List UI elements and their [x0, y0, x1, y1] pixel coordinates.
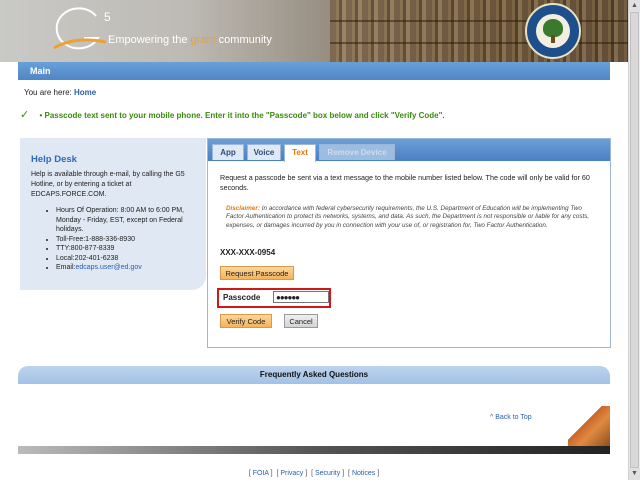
breadcrumb-home-link[interactable]: Home — [74, 88, 96, 97]
verify-code-button[interactable]: Verify Code — [220, 314, 272, 328]
breadcrumb: You are here: Home — [24, 88, 97, 97]
tab-voice[interactable]: Voice — [247, 144, 281, 160]
g5-logo-icon — [53, 7, 107, 50]
list-item: TTY:800-877-8339 — [56, 244, 208, 254]
list-item: Local:202-401-6238 — [56, 254, 208, 264]
decorative-corner-image — [568, 406, 610, 448]
tab-app[interactable]: App — [212, 144, 244, 160]
header-banner: 5 Empowering the grant community — [0, 0, 628, 62]
success-message: ✓ • Passcode text sent to your mobile ph… — [20, 108, 445, 121]
help-desk-panel: Help Desk Help is available through e-ma… — [20, 138, 206, 290]
scroll-thumb[interactable] — [630, 12, 639, 468]
footer-divider — [18, 446, 610, 454]
passcode-description: Request a passcode be sent via a text me… — [220, 173, 590, 192]
shelf-line — [330, 20, 628, 22]
tab-text[interactable]: Text — [284, 144, 316, 162]
department-seal-icon — [525, 3, 581, 59]
tab-remove-device: Remove Device — [319, 144, 395, 160]
list-item: Toll-Free:1-888-336-8930 — [56, 235, 208, 245]
help-email-link[interactable]: edcaps.user@ed.gov — [75, 264, 141, 271]
shelf-line — [330, 42, 628, 44]
request-passcode-button[interactable]: Request Passcode — [220, 266, 294, 280]
back-to-top-link[interactable]: ^ Back to Top — [490, 414, 532, 421]
success-text: Passcode text sent to your mobile phone.… — [44, 111, 445, 120]
footer-link-foia[interactable]: FOIA — [253, 470, 269, 477]
help-desk-title: Help Desk — [31, 154, 77, 165]
passcode-input[interactable]: ●●●●●● — [273, 291, 329, 303]
tab-strip: App Voice Text Remove Device — [208, 139, 610, 162]
list-item: Hours Of Operation: 8:00 AM to 6:00 PM, … — [56, 206, 208, 235]
main-section-bar: Main — [18, 62, 610, 80]
logo-superscript: 5 — [104, 10, 111, 24]
bullet-icon: • — [39, 111, 43, 120]
tagline: Empowering the grant community — [108, 34, 272, 46]
help-desk-intro: Help is available through e-mail, by cal… — [31, 171, 185, 198]
scroll-up-icon[interactable]: ▲ — [629, 0, 640, 12]
library-background — [330, 0, 628, 62]
masked-phone-number: XXX-XXX-0954 — [220, 248, 276, 257]
footer-link-security[interactable]: Security — [315, 470, 340, 477]
faq-header[interactable]: Frequently Asked Questions — [18, 366, 610, 384]
list-item: Email:edcaps.user@ed.gov — [56, 263, 208, 273]
cancel-button[interactable]: Cancel — [284, 314, 318, 328]
checkmark-icon: ✓ — [20, 109, 30, 121]
disclaimer: Disclaimer: In accordance with federal c… — [226, 205, 590, 229]
footer-link-notices[interactable]: Notices — [352, 470, 375, 477]
scroll-down-icon[interactable]: ▼ — [629, 468, 640, 480]
vertical-scrollbar[interactable]: ▲ ▼ — [628, 0, 640, 480]
passcode-highlight-box: Passcode ●●●●●● — [217, 288, 331, 308]
footer-links: [ FOIA ] [ Privacy ] [ Security ] [ Noti… — [248, 470, 380, 477]
footer-link-privacy[interactable]: Privacy — [280, 470, 303, 477]
help-desk-list: Hours Of Operation: 8:00 AM to 6:00 PM, … — [48, 206, 208, 273]
passcode-label: Passcode — [223, 293, 261, 302]
two-factor-panel: App Voice Text Remove Device Request a p… — [207, 138, 611, 348]
